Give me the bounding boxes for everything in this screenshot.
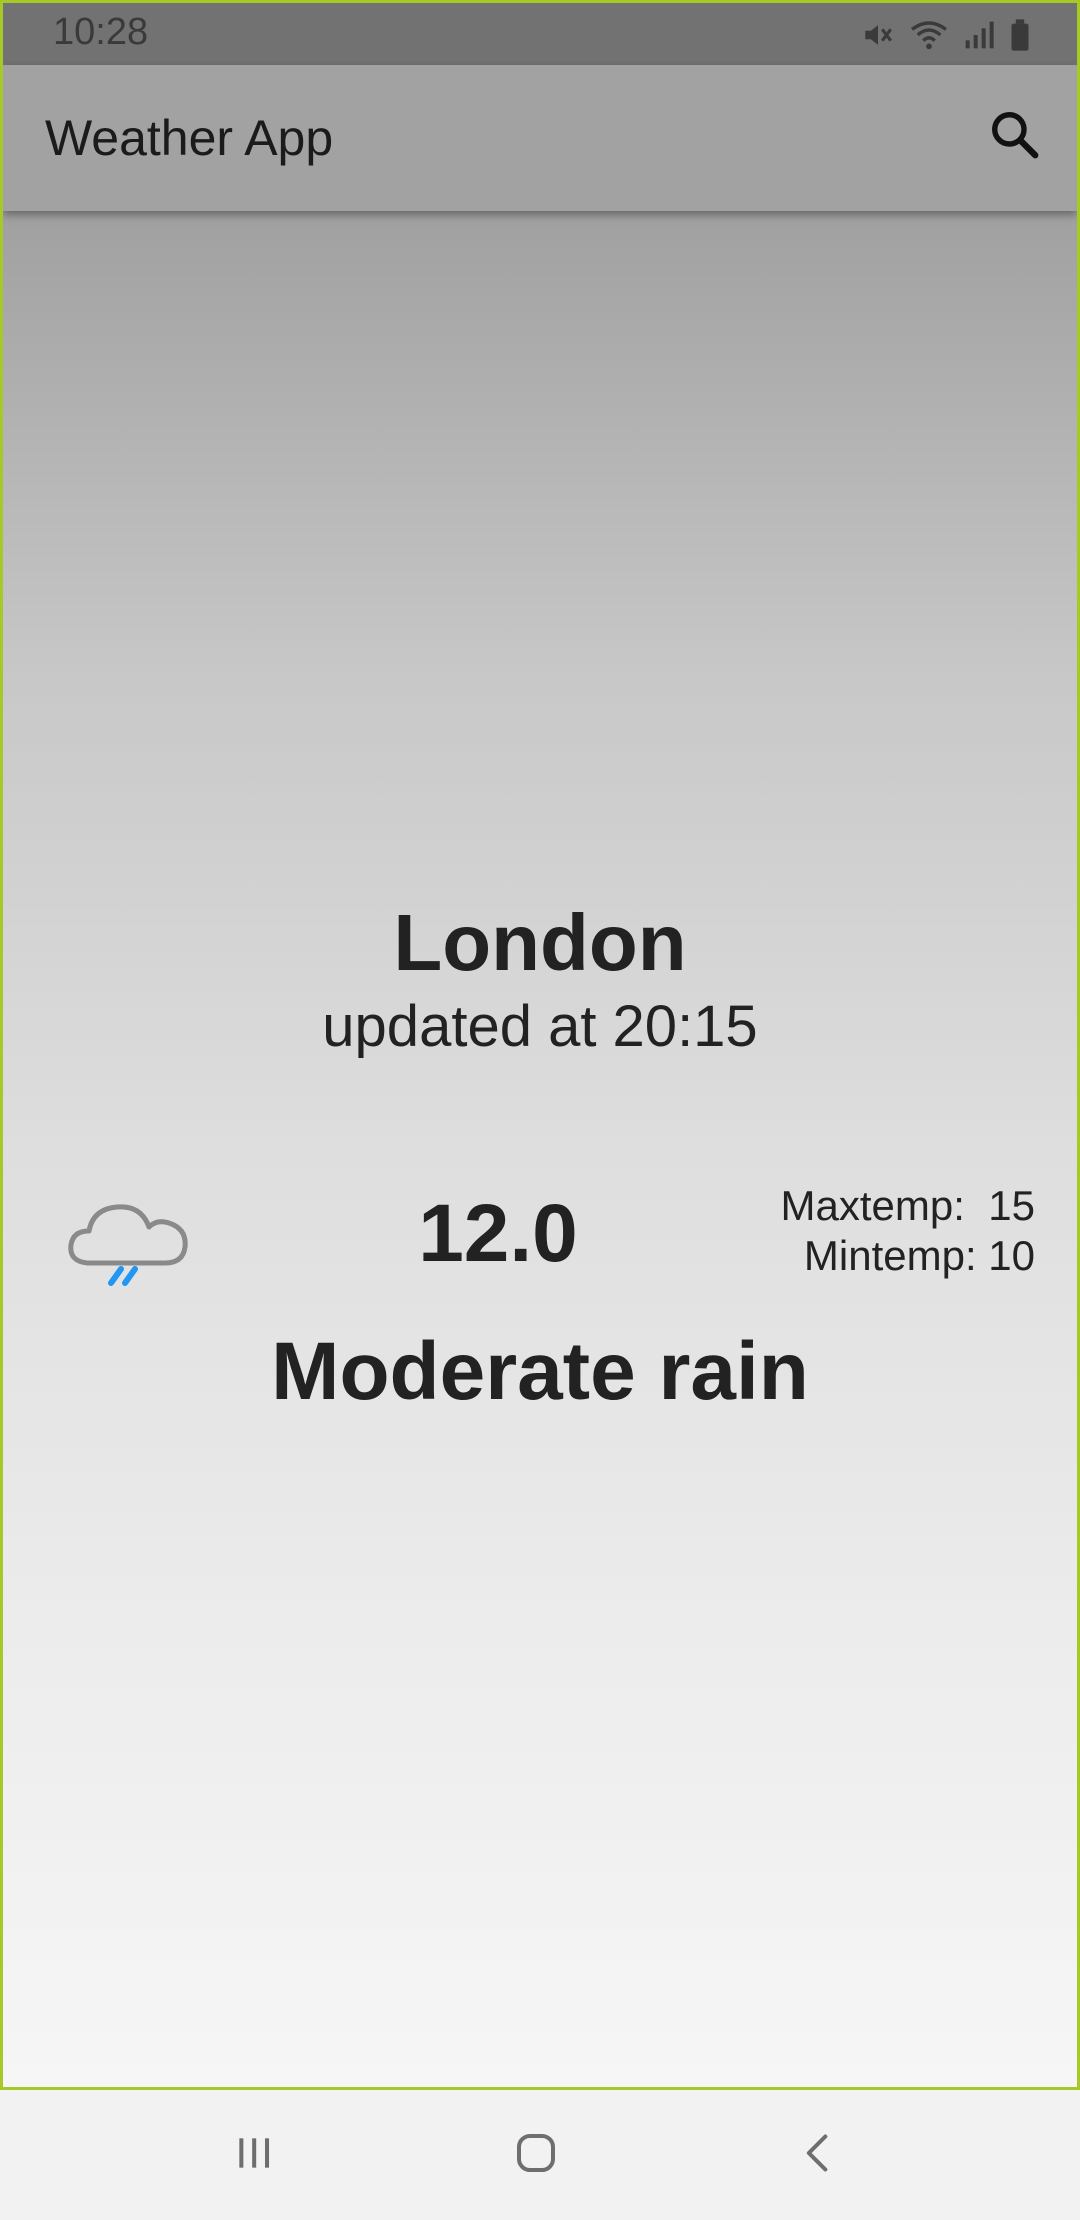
home-button[interactable]: [496, 2120, 576, 2190]
recents-icon: [232, 2131, 276, 2180]
weather-content: London updated at 20:15 12.0 Maxtemp: 15…: [3, 211, 1077, 2087]
back-button[interactable]: [778, 2120, 858, 2190]
city-name: London: [393, 898, 687, 987]
status-time: 10:28: [53, 11, 149, 53]
temp-range: Maxtemp: 15 Mintemp: 10: [781, 1181, 1035, 1281]
signal-icon: [963, 19, 995, 51]
search-button[interactable]: [983, 105, 1047, 169]
updated-time: updated at 20:15: [322, 994, 758, 1059]
app-bar: Weather App: [3, 65, 1077, 211]
search-icon: [988, 108, 1042, 167]
status-icons: [861, 15, 1031, 55]
system-nav-bar: [0, 2090, 1080, 2220]
back-icon: [796, 2131, 840, 2180]
app-title: Weather App: [45, 110, 334, 166]
current-temperature: 12.0: [418, 1188, 578, 1279]
recents-button[interactable]: [214, 2120, 294, 2190]
wifi-icon: [909, 18, 949, 52]
min-temp: Mintemp: 10: [803, 1232, 1035, 1279]
max-temp: Maxtemp: 15: [780, 1182, 1035, 1229]
status-bar: 10:28: [3, 3, 1077, 65]
battery-icon: [1009, 18, 1031, 52]
weather-condition: Moderate rain: [271, 1326, 809, 1417]
rain-cloud-icon: [65, 1189, 195, 1299]
home-icon: [512, 2129, 560, 2182]
app-screen: 10:28 Weather App London updated at 20:1…: [0, 0, 1080, 2090]
mute-icon: [861, 18, 895, 52]
